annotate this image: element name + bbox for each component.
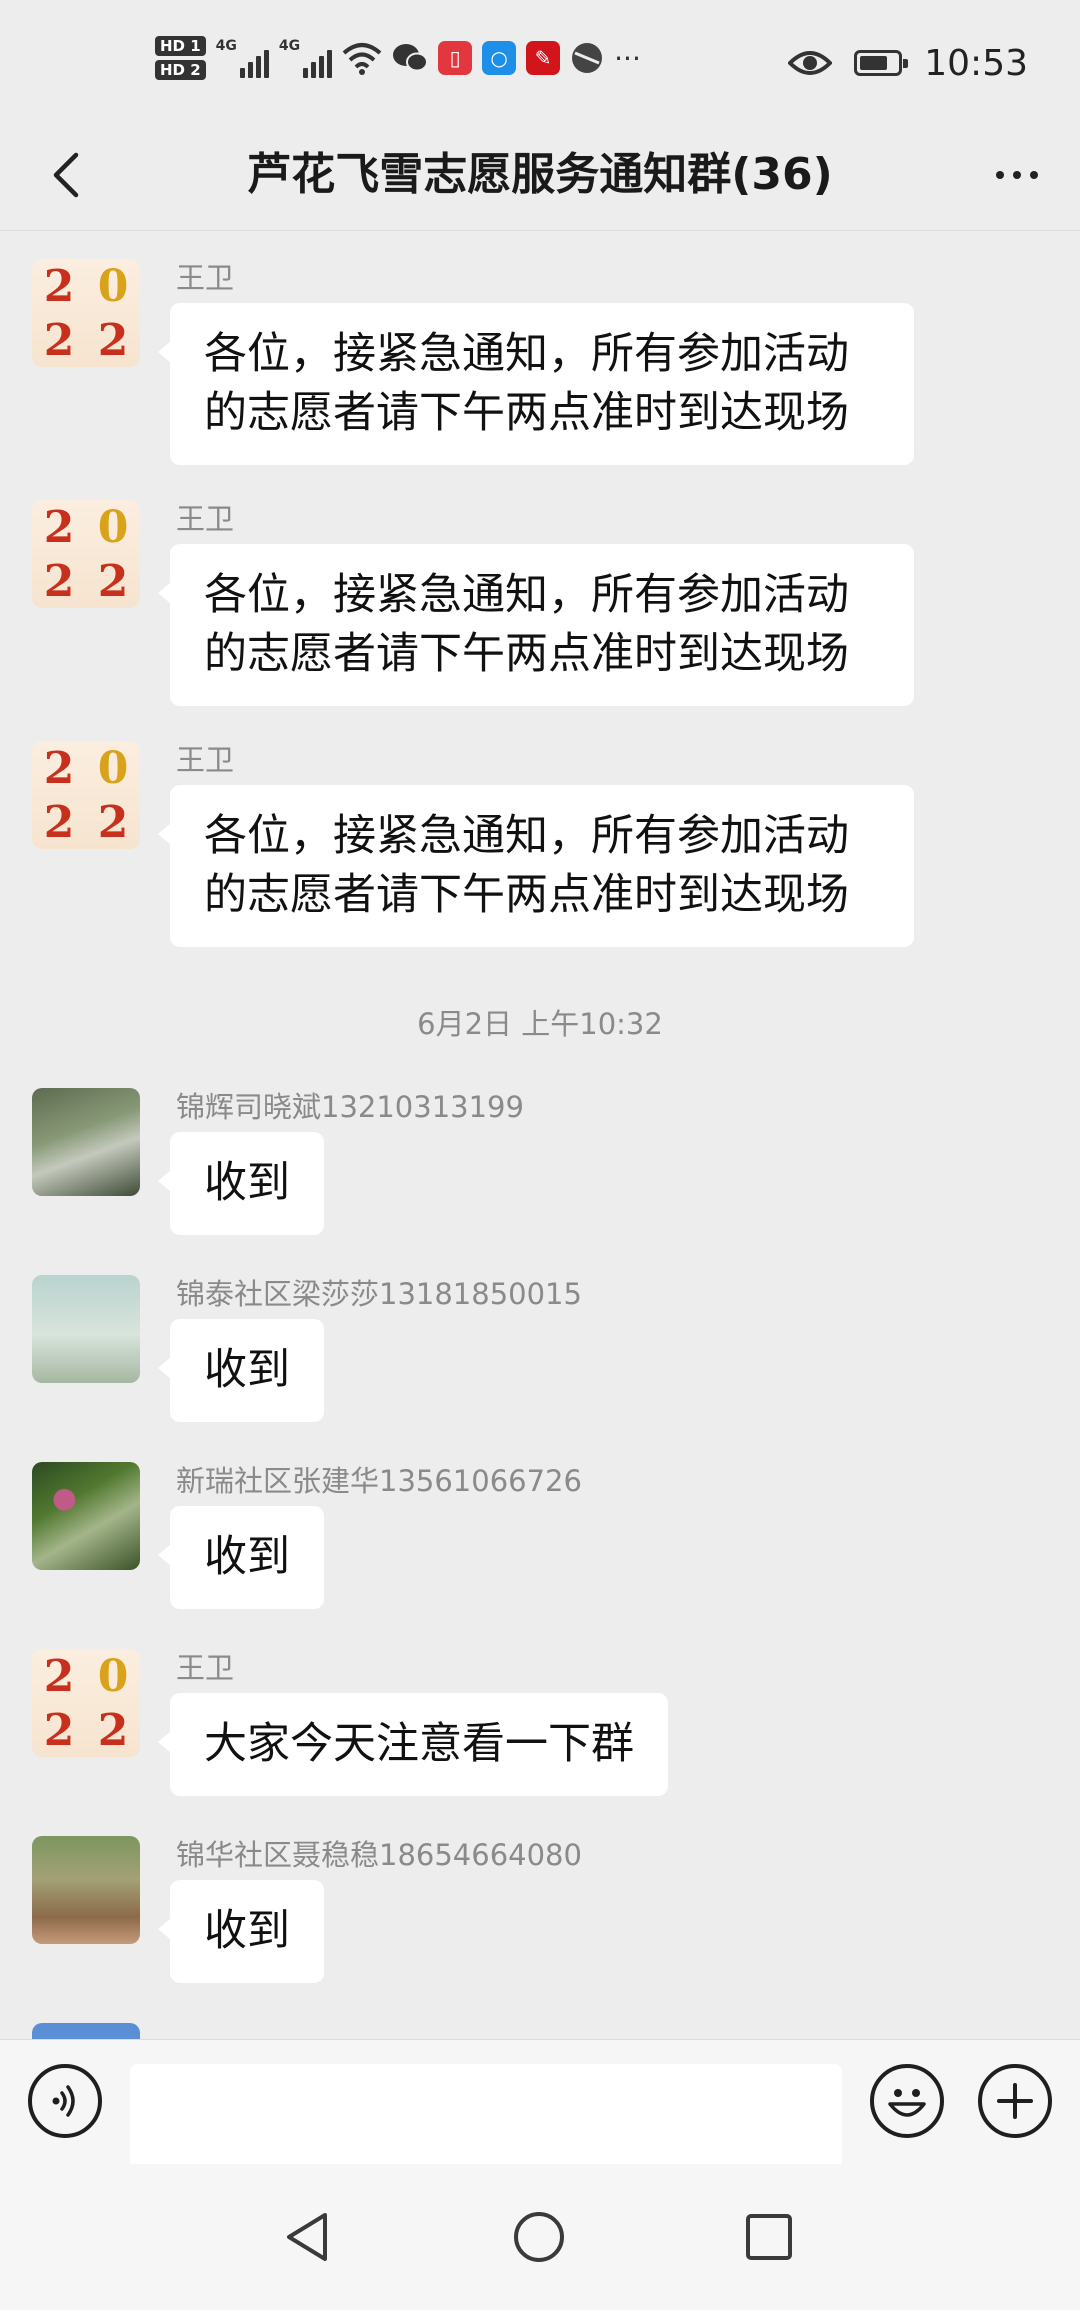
- avatar-glyph: 2: [97, 796, 129, 848]
- avatar-glyph: 2: [97, 314, 129, 366]
- sender-name: 锦辉司晓斌13210313199: [176, 1090, 524, 1124]
- avatar-glyph: 0: [97, 1650, 129, 1702]
- message-text-line: 各位，接紧急通知，所有参加活动: [204, 570, 849, 620]
- voice-icon: [52, 2085, 75, 2117]
- avatar-glyph: 0: [97, 742, 129, 794]
- message-text: 收到: [204, 1158, 290, 1208]
- browser-app-icon: [572, 43, 603, 73]
- message-text-line: 的志愿者请下午两点准时到达现场: [204, 388, 849, 438]
- message-list[interactable]: 2022 王卫 各位，接紧急通知，所有参加活动 的志愿者请下午两点准时到达现场 …: [0, 231, 1080, 2039]
- avatar[interactable]: 2022: [32, 1649, 140, 1757]
- more-dot-icon: [996, 171, 1004, 179]
- more-functions-button[interactable]: [978, 2064, 1052, 2138]
- status-bar: HD 1 HD 2 4G 4G ▯ ○ ✎ ··· 10:53: [0, 0, 1080, 120]
- avatar[interactable]: 2022: [32, 259, 140, 367]
- time-separator: 6月2日 上午10:32: [417, 1007, 663, 1041]
- avatar-glyph: 2: [43, 796, 75, 848]
- emoji-button[interactable]: [870, 2064, 944, 2138]
- chat-header: 芦花飞雪志愿服务通知群(36): [0, 120, 1080, 231]
- sender-name: 新瑞社区张建华13561066726: [176, 1464, 582, 1498]
- input-bar: [0, 2039, 1080, 2170]
- plus-icon: [997, 2083, 1033, 2119]
- avatar-glyph: 0: [97, 501, 129, 553]
- avatar[interactable]: [32, 1462, 140, 1570]
- status-time: 10:53: [924, 42, 1028, 84]
- page-title: 芦花飞雪志愿服务通知群(36): [247, 149, 833, 200]
- message-text: 收到: [204, 1532, 290, 1582]
- hd1-badge: HD 1: [155, 36, 206, 56]
- sender-name: 王卫: [176, 502, 235, 536]
- chevron-left-icon: [53, 152, 79, 198]
- wechat-icon: [393, 44, 429, 72]
- more-notifications-icon: ···: [614, 41, 641, 75]
- avatar-glyph: 2: [43, 742, 75, 794]
- message-text-line: 各位，接紧急通知，所有参加活动: [204, 329, 849, 379]
- eye-icon: [788, 51, 833, 75]
- avatar[interactable]: [32, 1088, 140, 1196]
- avatar[interactable]: 2022: [32, 741, 140, 849]
- nav-recents-button[interactable]: [734, 2202, 804, 2272]
- system-nav-bar: [0, 2164, 1080, 2310]
- message-bubble[interactable]: 各位，接紧急通知，所有参加活动 的志愿者请下午两点准时到达现场: [158, 303, 914, 465]
- nav-back-button[interactable]: [272, 2202, 342, 2272]
- sender-name: 锦泰社区梁莎莎13181850015: [176, 1277, 582, 1311]
- avatar-glyph: 2: [43, 260, 75, 312]
- message-text: 收到: [204, 1906, 290, 1956]
- message-bubble[interactable]: 各位，接紧急通知，所有参加活动 的志愿者请下午两点准时到达现场: [158, 785, 914, 947]
- hd-indicators: HD 1 HD 2: [155, 36, 206, 80]
- status-icons-right: 10:53: [788, 38, 1028, 88]
- message-text: 收到: [204, 1345, 290, 1395]
- avatar[interactable]: 2022: [32, 500, 140, 608]
- sender-name: 王卫: [176, 743, 235, 777]
- network-type-2: 4G: [278, 38, 301, 54]
- battery-fill: [860, 56, 888, 70]
- smiley-icon: [888, 2089, 926, 2117]
- search-app-icon: ○: [482, 41, 517, 75]
- message-bubble[interactable]: 收到: [158, 1132, 324, 1235]
- back-button[interactable]: [30, 140, 100, 210]
- message-bubble[interactable]: 各位，接紧急通知，所有参加活动 的志愿者请下午两点准时到达现场: [158, 544, 914, 706]
- more-options-button[interactable]: [982, 140, 1052, 210]
- avatar-glyph: 2: [43, 314, 75, 366]
- avatar-glyph: 2: [43, 1704, 75, 1756]
- sender-name: 锦华社区聂稳稳18654664080: [176, 1838, 582, 1872]
- xuexi-app-icon: ✎: [526, 41, 561, 75]
- message-text-line: 各位，接紧急通知，所有参加活动: [204, 811, 849, 861]
- signal-icon-2: 4G: [278, 38, 333, 78]
- voice-input-button[interactable]: [28, 2064, 102, 2138]
- avatar-glyph: 2: [43, 501, 75, 553]
- wifi-icon: [342, 43, 382, 75]
- battery-icon: [854, 50, 909, 76]
- sender-name: 王卫: [176, 1651, 235, 1685]
- square-recents-icon: [746, 2214, 792, 2260]
- network-type-1: 4G: [215, 38, 237, 54]
- avatar-glyph: 2: [43, 1650, 75, 1702]
- status-icons-left: HD 1 HD 2 4G 4G ▯ ○ ✎ ···: [155, 28, 641, 88]
- avatar-glyph: 0: [97, 260, 129, 312]
- message-text-line: 的志愿者请下午两点准时到达现场: [204, 870, 849, 920]
- message-bubble[interactable]: 收到: [158, 1506, 324, 1609]
- hd2-badge: HD 2: [155, 60, 206, 80]
- message-bubble[interactable]: 收到: [158, 1319, 324, 1422]
- avatar-glyph: 2: [97, 1704, 129, 1756]
- message-bubble[interactable]: 大家今天注意看一下群: [158, 1693, 668, 1796]
- avatar[interactable]: [32, 1836, 140, 1944]
- message-bubble[interactable]: 收到: [158, 1880, 324, 1983]
- message-text: 大家今天注意看一下群: [204, 1719, 634, 1769]
- avatar[interactable]: [32, 2023, 140, 2039]
- nav-home-button[interactable]: [504, 2202, 574, 2272]
- circle-home-icon: [514, 2212, 564, 2262]
- book-app-icon: ▯: [438, 41, 473, 75]
- signal-icon-1: 4G: [216, 38, 269, 78]
- avatar-glyph: 2: [43, 555, 75, 607]
- message-input[interactable]: [130, 2064, 842, 2170]
- avatar[interactable]: [32, 1275, 140, 1383]
- more-dot-icon: [1030, 171, 1038, 179]
- sender-name: 王卫: [176, 261, 235, 295]
- triangle-back-icon: [287, 2213, 327, 2261]
- message-text-line: 的志愿者请下午两点准时到达现场: [204, 629, 849, 679]
- avatar-glyph: 2: [97, 555, 129, 607]
- more-dot-icon: [1013, 171, 1021, 179]
